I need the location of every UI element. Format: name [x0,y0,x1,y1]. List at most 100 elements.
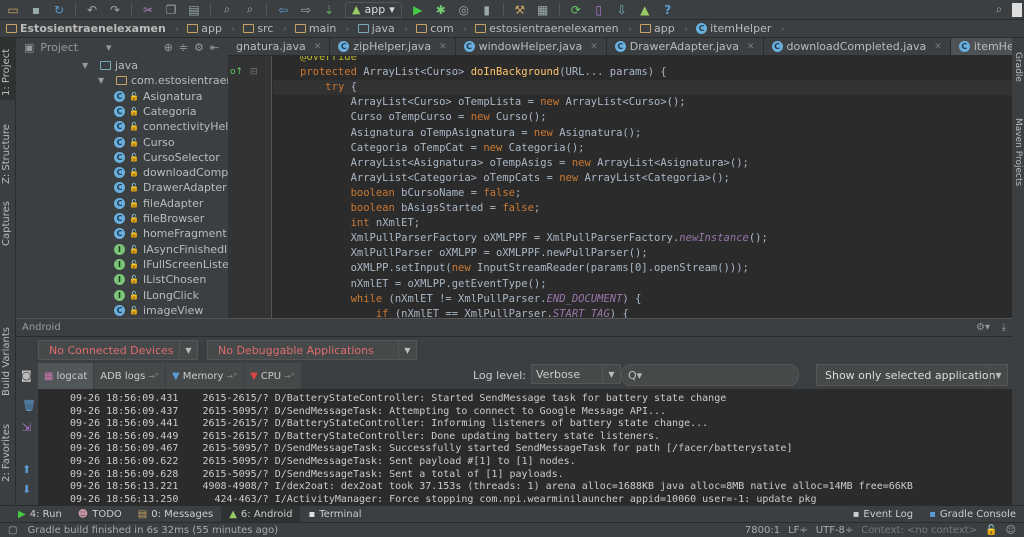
breadcrumb-item[interactable]: com [414,22,473,35]
breadcrumb-item[interactable]: Estosientraenelexamen [4,22,185,35]
logcat-tab-adb-logs[interactable]: ADB logs →° [94,363,166,389]
tool-window-gradle[interactable]: Gradle [1013,52,1023,82]
breadcrumb-item[interactable]: src [241,22,292,35]
tool-window-build-variants[interactable]: Build Variants [1,323,12,400]
breadcrumb-item[interactable]: main [293,22,356,35]
run-icon[interactable]: ▶ [411,3,425,17]
hide-panel-icon[interactable]: ⤓ [1002,322,1006,333]
detach-icon[interactable]: →° [226,372,237,381]
editor-tab[interactable]: C DrawerAdapter.java ✕ [607,38,764,55]
editor-tab[interactable]: CdownloadCompleted.java ✕ [764,38,951,55]
find-icon[interactable]: ⌕ [220,2,234,17]
gear-icon[interactable]: ⚙ [194,41,204,54]
bottom-tab[interactable]: ▪ Terminal [300,506,369,523]
tree-item[interactable]: C 🔓 fileAdapter [114,196,203,211]
tool-window-captures[interactable]: Captures [1,197,12,250]
editor-tab[interactable]: CzipHelper.java ✕ [330,38,456,55]
gear-icon[interactable]: ⚙▾ [976,322,990,333]
fold-icon[interactable]: ⊟ [250,67,258,77]
device-select[interactable]: No Connected Devices ▼ [38,340,198,360]
tree-item[interactable]: I 🔓 IListChosen [114,272,206,287]
tree-item[interactable]: C 🔓 imageView [114,303,203,318]
project-view-select[interactable]: Project [40,41,78,54]
android-monitor-icon[interactable]: ▲ [638,3,652,17]
tool-window-project[interactable]: 1: Project [1,45,12,100]
attach-icon[interactable]: ▮ [480,3,494,17]
expand-arrow-icon[interactable]: ▼ [82,61,96,70]
close-icon[interactable]: ✕ [747,42,755,52]
detach-icon[interactable]: →° [284,372,295,381]
logcat-search-input[interactable]: Q▾ [621,364,799,386]
undo-icon[interactable]: ↶ [85,3,99,17]
paste-icon[interactable]: ▤ [187,3,201,17]
tree-item[interactable]: C 🔓 fileBrowser [114,211,204,226]
tree-item[interactable]: I 🔓 IFullScreenListe [114,257,228,272]
breadcrumb-item[interactable]: app [185,22,241,35]
project-structure-icon[interactable]: ⚒ [513,3,527,17]
up-icon[interactable]: ⬆ [22,463,31,476]
bottom-tab[interactable]: ☻ TODO [70,506,130,523]
expand-arrow-icon[interactable]: ▼ [98,76,112,85]
editor-tab[interactable]: CwindowHelper.java ✕ [456,38,607,55]
editor-tab[interactable]: CitemHelper.java✕ [950,38,1012,55]
tree-item[interactable]: C 🔓 DrawerAdapter [114,180,227,195]
close-icon[interactable]: ✕ [590,42,598,52]
back-icon[interactable]: ⇦ [276,3,290,17]
code-editor[interactable]: o↑ ⊟ @Override protected ArrayList<Curso>… [228,56,1012,318]
breadcrumb-item[interactable]: app [638,22,694,35]
bottom-tab[interactable]: ▤ 0: Messages [130,506,221,523]
scroll-end-icon[interactable]: ⇲ [22,421,31,434]
close-icon[interactable]: ✕ [314,42,322,52]
filter-select[interactable]: Show only selected application ▼ [816,364,1008,386]
copy-icon[interactable]: ❐ [164,3,178,17]
override-marker-icon[interactable]: o↑ [230,67,243,77]
debug-icon[interactable]: ✱ [434,3,448,17]
status-toggle-icon[interactable]: ▢ [8,525,17,536]
redo-icon[interactable]: ↷ [108,3,122,17]
logcat-tab-logcat[interactable]: ▦ logcat [38,363,95,389]
tool-window-maven[interactable]: Maven Projects [1013,118,1023,186]
user-icon[interactable] [1012,2,1022,17]
event-log-button[interactable]: ▪ Event Log [845,506,921,523]
replace-icon[interactable]: ⌕ [243,2,257,17]
close-icon[interactable]: ✕ [439,42,447,52]
run-config-select[interactable]: ▲ app ▾ [345,1,402,18]
close-icon[interactable]: ✕ [934,42,942,52]
logcat-tab-cpu[interactable]: ▼ CPU →° [244,363,302,389]
tree-item[interactable]: I 🔓 ILongClick [114,288,199,303]
screenshot-icon[interactable]: ◙ [21,369,32,382]
forward-icon[interactable]: ⇨ [299,3,313,17]
locate-icon[interactable]: ⊕ [164,41,173,54]
open-icon[interactable]: ▭ [6,3,20,17]
log-level-select[interactable]: Verbose ▼ [531,364,621,384]
lock-icon[interactable]: 🔓 [985,525,997,536]
inspector-icon[interactable]: ☺ [1006,525,1016,536]
editor-tab[interactable]: gnatura.java ✕ [228,38,331,55]
tree-item[interactable]: C 🔓 Curso [114,135,175,150]
bottom-tab[interactable]: ▲ 6: Android [221,505,301,523]
settings-icon[interactable]: ▦ [536,3,550,17]
make-icon[interactable]: ⇣ [322,3,336,17]
tree-item[interactable]: C 🔓 Categoria [114,104,197,119]
search-icon[interactable]: ⌕ [992,2,1006,17]
logcat-tab-memory[interactable]: ▼ Memory →° [166,363,245,389]
gradle-sync-icon[interactable]: ⟳ [569,3,583,17]
logcat-output[interactable]: 09-26 18:56:09.431 2615-2615/? D/Battery… [38,389,1012,506]
bottom-tab[interactable]: ▶ 4: Run [10,506,70,523]
hide-icon[interactable]: ⇤ [210,41,219,54]
detach-icon[interactable]: →° [148,372,159,381]
caret-position[interactable]: 7800:1 [745,525,780,536]
trash-icon[interactable]: 🗑 [22,399,36,412]
tree-item[interactable]: C 🔓 downloadComp [114,165,228,180]
line-separator[interactable]: LF÷ [788,525,808,536]
tree-item[interactable]: C 🔓 connectivityHel [114,119,228,134]
tree-item[interactable]: C 🔓 CursoSelector [114,150,220,165]
tree-item[interactable]: C 🔓 Asignatura [114,89,203,104]
down-icon[interactable]: ⬇ [22,483,31,496]
avd-manager-icon[interactable]: ▯ [592,3,606,17]
breadcrumb-item[interactable]: CitemHelper [694,22,791,35]
save-icon[interactable]: ▪ [29,3,43,17]
tree-item[interactable]: C 🔓 homeFragment [114,226,227,241]
gradle-console-button[interactable]: ▪ Gradle Console [921,506,1024,523]
application-select[interactable]: No Debuggable Applications ▼ [207,340,417,360]
